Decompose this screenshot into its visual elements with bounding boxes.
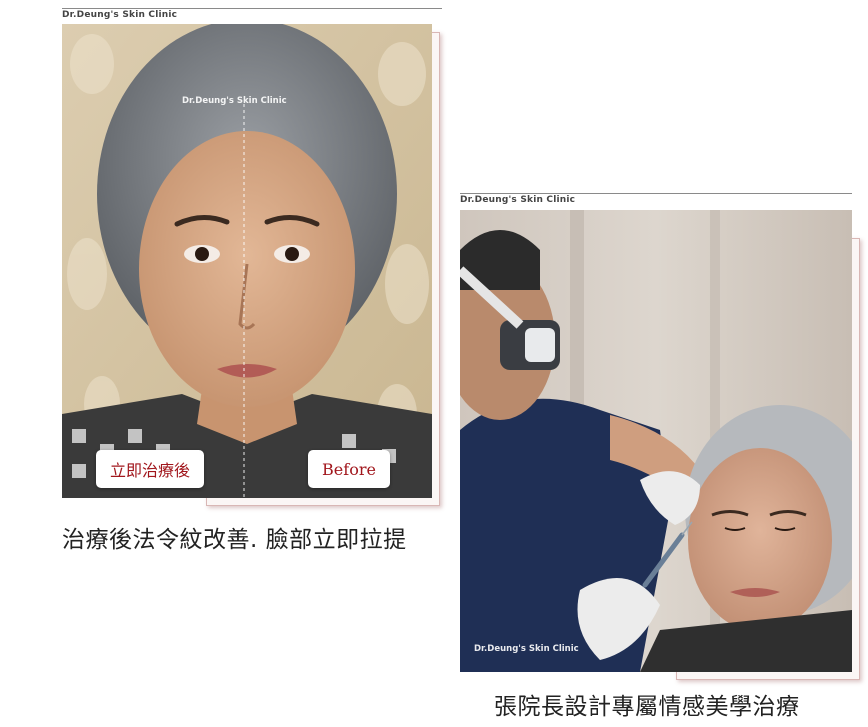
- label-before: Before: [308, 450, 390, 488]
- left-caption: 治療後法令紋改善. 臉部立即拉提: [62, 527, 407, 553]
- card-top-rule: [460, 193, 852, 194]
- right-caption: 張院長設計專屬情感美學治療: [494, 694, 800, 720]
- photo-watermark: Dr.Deung's Skin Clinic: [182, 96, 287, 106]
- clinic-brand-label: Dr.Deung's Skin Clinic: [460, 195, 576, 205]
- treatment-illustration: [460, 210, 852, 672]
- label-after: 立即治療後: [96, 450, 204, 488]
- photo-watermark: Dr.Deung's Skin Clinic: [474, 644, 579, 654]
- treatment-photo: Dr.Deung's Skin Clinic: [460, 210, 852, 672]
- before-after-photo: Dr.Deung's Skin Clinic 立即治療後 Before: [62, 24, 432, 498]
- clinic-brand-label: Dr.Deung's Skin Clinic: [62, 10, 178, 20]
- card-top-rule: [62, 8, 442, 9]
